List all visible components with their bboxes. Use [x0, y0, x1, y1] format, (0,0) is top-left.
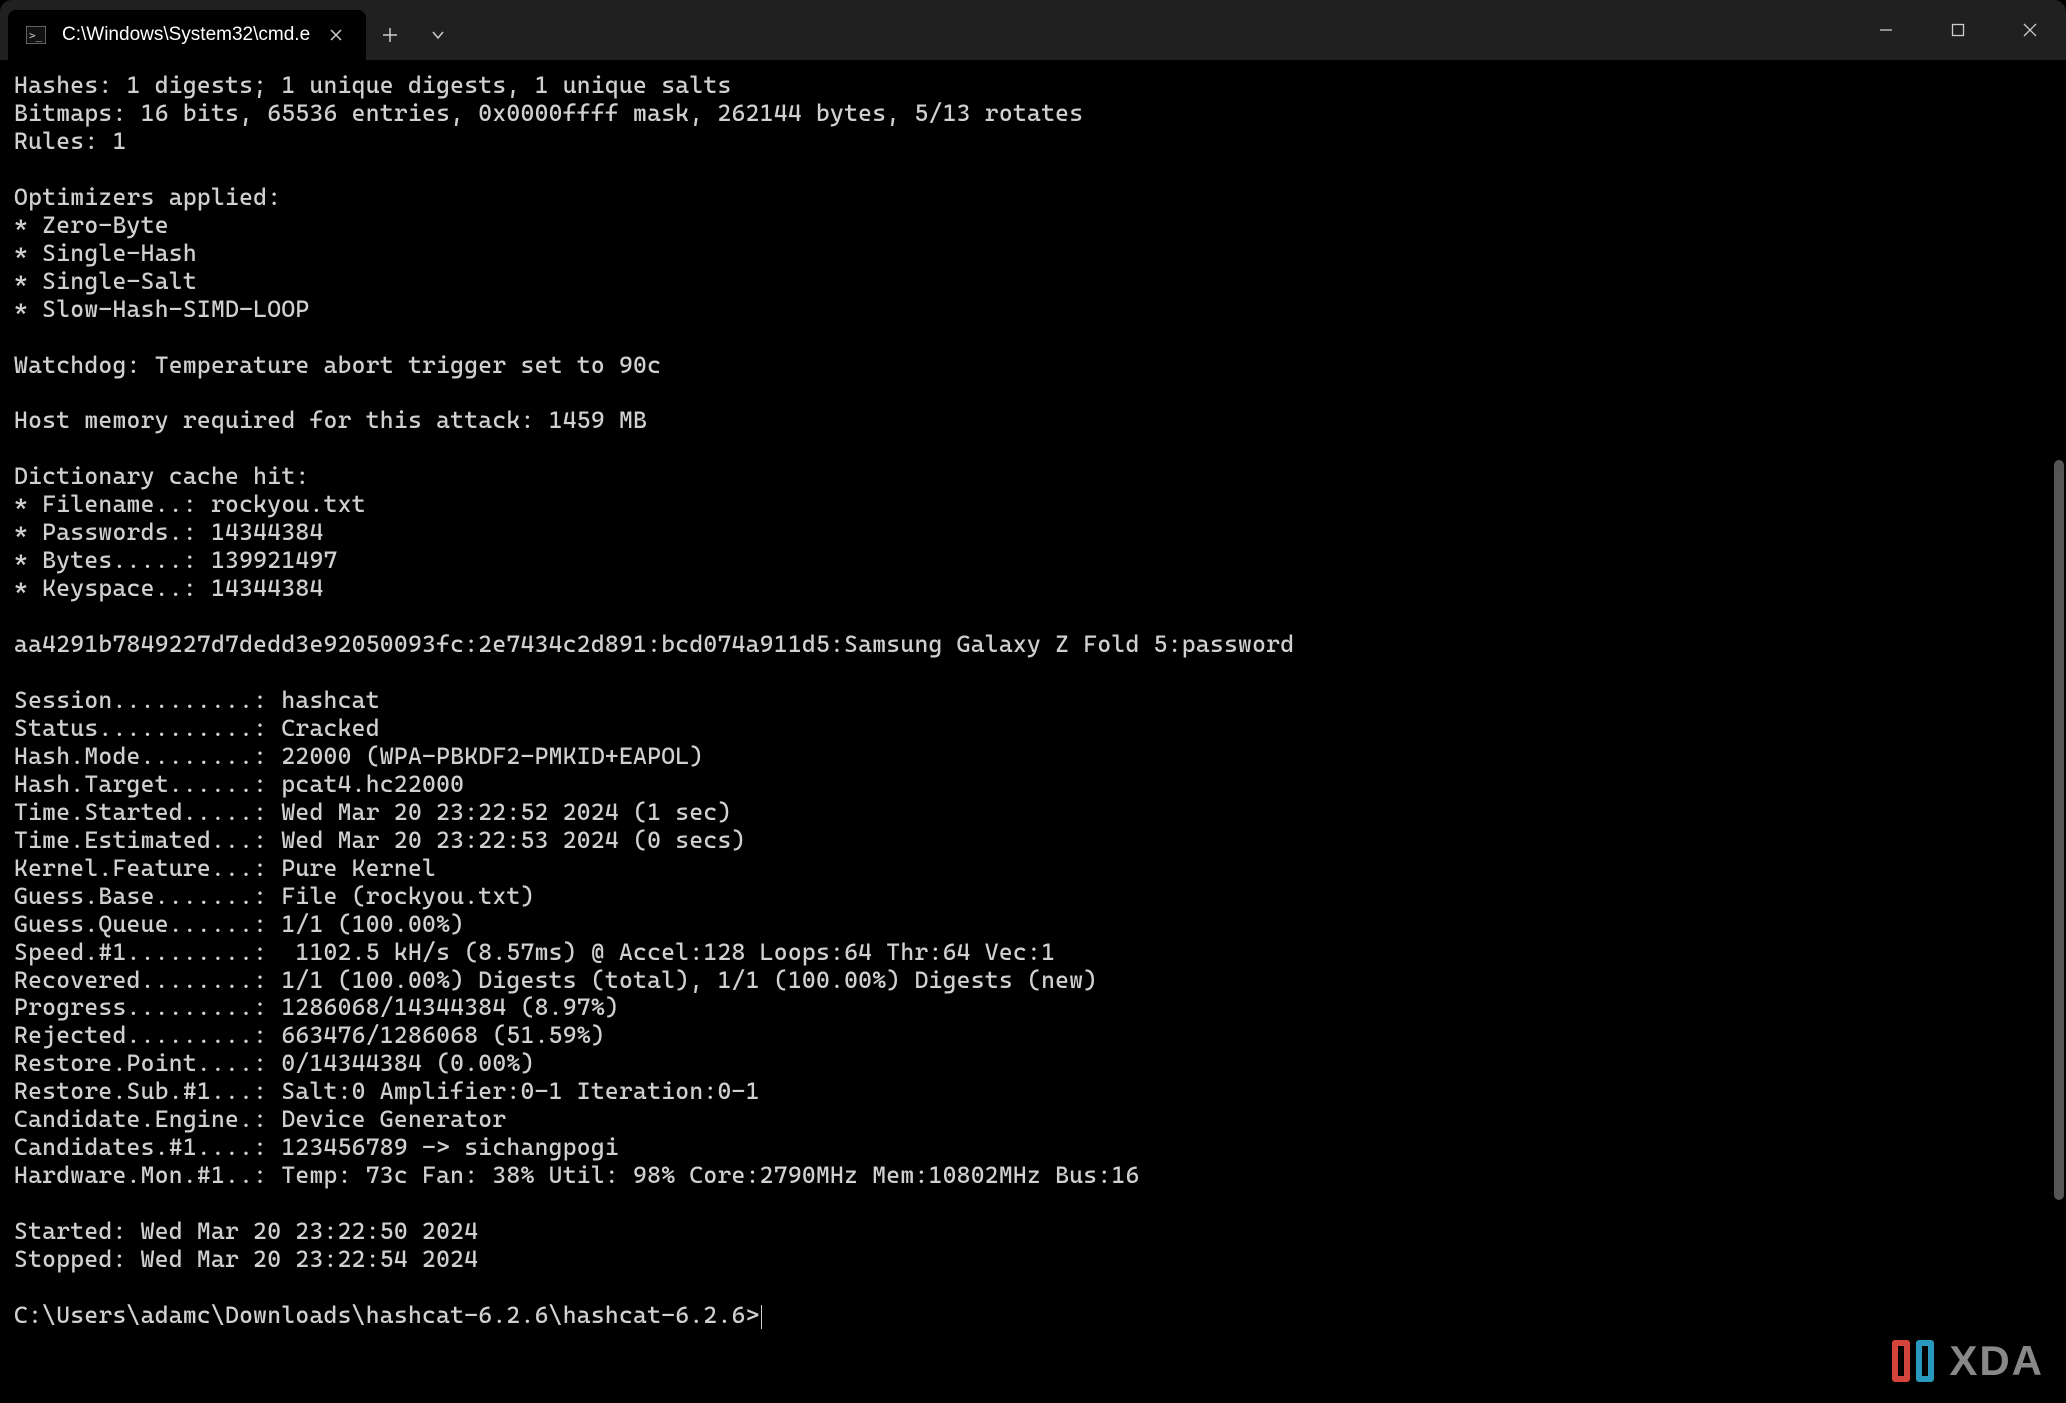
line-hashes: Hashes: 1 digests; 1 unique digests, 1 u…	[14, 71, 732, 99]
terminal-output: Hashes: 1 digests; 1 unique digests, 1 u…	[14, 72, 2054, 1330]
prompt: C:\Users\adamc\Downloads\hashcat-6.2.6\h…	[14, 1301, 760, 1329]
titlebar: >_ C:\Windows\System32\cmd.e	[0, 0, 2066, 60]
line-dict-header: Dictionary cache hit:	[14, 462, 309, 490]
close-button[interactable]	[1994, 0, 2066, 60]
window-controls	[1850, 0, 2066, 60]
line-cracked-hash: aa4291b7849227d7dedd3e92050093fc:2e7434c…	[14, 630, 1294, 658]
line-opt4: * Slow-Hash-SIMD-LOOP	[14, 295, 309, 323]
terminal-body[interactable]: Hashes: 1 digests; 1 unique digests, 1 u…	[0, 60, 2066, 1403]
terminal-window: >_ C:\Windows\System32\cmd.e	[0, 0, 2066, 1403]
line-bitmaps: Bitmaps: 16 bits, 65536 entries, 0x0000f…	[14, 99, 1083, 127]
tab-title: C:\Windows\System32\cmd.e	[62, 24, 310, 46]
line-status: Status...........: Cracked	[14, 714, 380, 742]
line-candidates: Candidates.#1....: 123456789 -> sichangp…	[14, 1133, 619, 1161]
line-dict-file: * Filename..: rockyou.txt	[14, 490, 366, 518]
line-hostmem: Host memory required for this attack: 14…	[14, 406, 647, 434]
line-restoresub: Restore.Sub.#1...: Salt:0 Amplifier:0-1 …	[14, 1077, 760, 1105]
line-hashmode: Hash.Mode........: 22000 (WPA-PBKDF2-PMK…	[14, 742, 703, 770]
line-progress: Progress.........: 1286068/14344384 (8.9…	[14, 993, 619, 1021]
line-candengine: Candidate.Engine.: Device Generator	[14, 1105, 506, 1133]
line-opt1: * Zero-Byte	[14, 211, 169, 239]
line-dict-pass: * Passwords.: 14344384	[14, 518, 324, 546]
line-kernelfeat: Kernel.Feature...: Pure Kernel	[14, 854, 436, 882]
line-dict-bytes: * Bytes.....: 139921497	[14, 546, 338, 574]
line-timeest: Time.Estimated...: Wed Mar 20 23:22:53 2…	[14, 826, 746, 854]
watermark: XDA	[1889, 1337, 2044, 1385]
tab-strip: >_ C:\Windows\System32\cmd.e	[0, 0, 462, 60]
tab-close-button[interactable]	[324, 23, 348, 47]
line-hashtarget: Hash.Target......: pcat4.hc22000	[14, 770, 464, 798]
minimize-button[interactable]	[1850, 0, 1922, 60]
svg-text:>_: >_	[29, 29, 43, 42]
scrollbar-thumb[interactable]	[2054, 460, 2064, 1200]
line-speed: Speed.#1.........: 1102.5 kH/s (8.57ms) …	[14, 938, 1055, 966]
line-guessbase: Guess.Base.......: File (rockyou.txt)	[14, 882, 535, 910]
line-opt3: * Single-Salt	[14, 267, 197, 295]
line-rejected: Rejected.........: 663476/1286068 (51.59…	[14, 1021, 605, 1049]
line-guessqueue: Guess.Queue......: 1/1 (100.00%)	[14, 910, 464, 938]
line-hwmon: Hardware.Mon.#1..: Temp: 73c Fan: 38% Ut…	[14, 1161, 1140, 1189]
text-cursor	[761, 1305, 762, 1329]
tab-dropdown-button[interactable]	[414, 10, 462, 60]
tab-cmd[interactable]: >_ C:\Windows\System32\cmd.e	[8, 10, 366, 60]
cmd-icon: >_	[24, 23, 48, 47]
line-recovered: Recovered........: 1/1 (100.00%) Digests…	[14, 966, 1097, 994]
line-stopped: Stopped: Wed Mar 20 23:22:54 2024	[14, 1245, 478, 1273]
maximize-button[interactable]	[1922, 0, 1994, 60]
xda-logo-icon	[1889, 1337, 1937, 1385]
line-timestarted: Time.Started.....: Wed Mar 20 23:22:52 2…	[14, 798, 732, 826]
line-restorepoint: Restore.Point....: 0/14344384 (0.00%)	[14, 1049, 535, 1077]
line-started: Started: Wed Mar 20 23:22:50 2024	[14, 1217, 478, 1245]
watermark-text: XDA	[1949, 1337, 2044, 1385]
line-dict-keyspace: * Keyspace..: 14344384	[14, 574, 324, 602]
line-optimizers-header: Optimizers applied:	[14, 183, 281, 211]
line-watchdog: Watchdog: Temperature abort trigger set …	[14, 351, 661, 379]
line-rules: Rules: 1	[14, 127, 127, 155]
line-session: Session..........: hashcat	[14, 686, 380, 714]
new-tab-button[interactable]	[366, 10, 414, 60]
line-opt2: * Single-Hash	[14, 239, 197, 267]
